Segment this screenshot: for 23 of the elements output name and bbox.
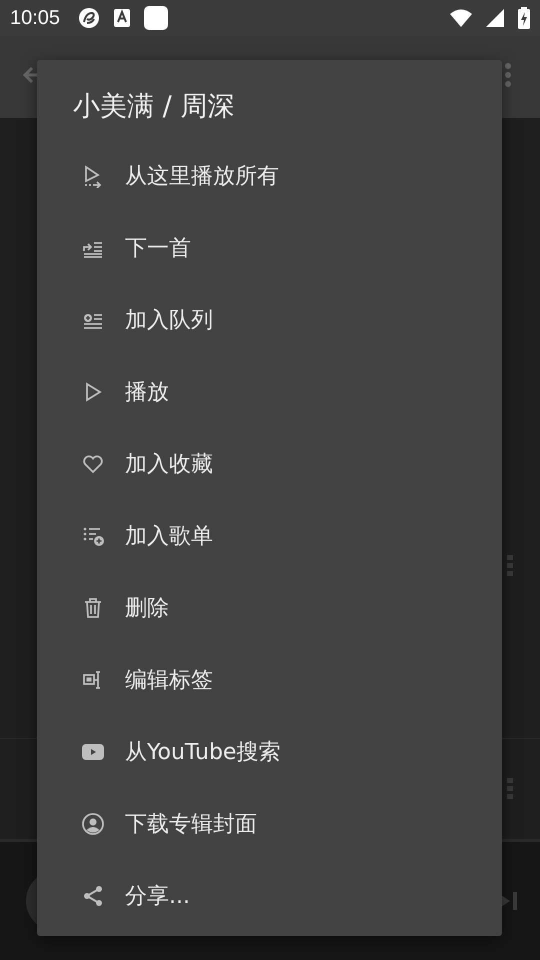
status-time: 10:05	[10, 6, 60, 30]
account-circle-icon	[81, 812, 105, 836]
signal-icon	[486, 9, 504, 27]
menu-item[interactable]: 加入队列	[37, 284, 502, 356]
menu-item[interactable]: 从YouTube搜索	[37, 716, 502, 788]
wifi-icon	[450, 9, 472, 27]
menu-item[interactable]: 下一首	[37, 212, 502, 284]
app-notification-icon	[144, 6, 168, 30]
menu-item[interactable]: 播放	[37, 356, 502, 428]
more-icon[interactable]	[506, 777, 514, 801]
menu-item[interactable]: 加入歌单	[37, 500, 502, 572]
battery-icon	[518, 7, 530, 29]
app-logo-icon	[78, 7, 100, 29]
menu-item[interactable]: 删除	[37, 572, 502, 644]
menu-item[interactable]: 从这里播放所有	[37, 140, 502, 212]
keyboard-icon	[114, 9, 130, 27]
more-icon[interactable]	[506, 554, 514, 578]
menu-item[interactable]: 加入收藏	[37, 428, 502, 500]
more-icon[interactable]	[504, 62, 512, 88]
menu-title: 小美满 / 周深	[72, 90, 236, 124]
share-icon	[81, 884, 105, 908]
menu-item[interactable]: 下载专辑封面	[37, 788, 502, 860]
menu-item[interactable]: 编辑标签	[37, 644, 502, 716]
